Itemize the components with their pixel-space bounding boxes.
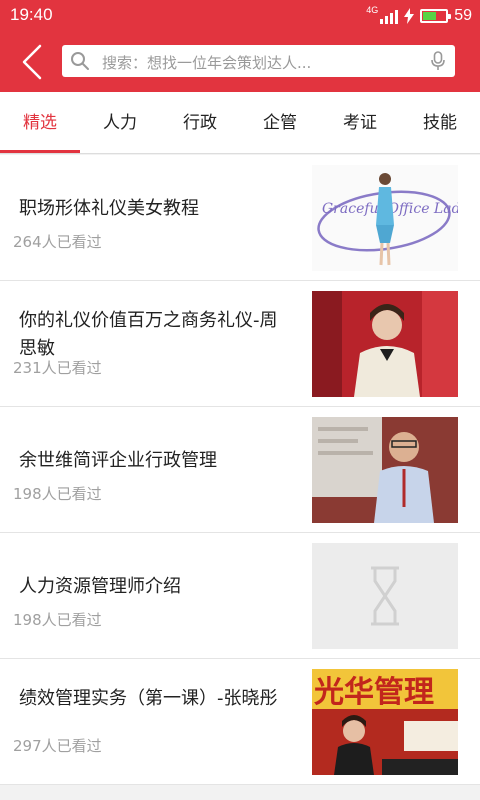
search-box[interactable]: 搜索：想找一位年会策划达人... [62,45,455,77]
search-icon [71,52,89,70]
view-count: 198人已看过 [13,485,102,503]
course-title: 绩效管理实务（第一课）-张晓彤 [19,688,278,709]
lecturer-presenting-image [312,417,458,523]
category-tabs: 精选 人力 行政 企管 考证 技能 [0,92,480,154]
view-count: 297人已看过 [13,737,102,755]
back-arrow-icon[interactable] [14,42,54,82]
tab-skills[interactable]: 技能 [400,92,480,154]
charging-icon [404,8,415,24]
status-bar: 19:40 4G 59 [0,0,480,32]
graceful-office-lady-image: Graceful Office Lady [312,165,458,271]
etiquette-lecturer-image [312,291,458,397]
loading-placeholder-image [312,543,458,649]
search-placeholder: 搜索：想找一位年会策划达人... [102,54,312,72]
battery-icon [420,9,452,23]
tab-certification[interactable]: 考证 [320,92,400,154]
course-item[interactable]: 余世维简评企业行政管理 198人已看过 [0,407,480,533]
course-title: 你的礼仪价值百万之商务礼仪-周思敏 [19,310,278,359]
microphone-icon[interactable] [430,51,446,71]
top-bar: 搜索：想找一位年会策划达人... [0,32,480,92]
course-item[interactable]: 你的礼仪价值百万之商务礼仪-周思敏 231人已看过 [0,281,480,407]
clock: 19:40 [10,5,53,24]
tab-administration[interactable]: 行政 [160,92,240,154]
battery-percent: 59 [454,7,472,24]
course-item[interactable]: 绩效管理实务（第一课）-张晓彤 297人已看过 光华管理 [0,659,480,785]
course-title: 职场形体礼仪美女教程 [19,198,199,219]
status-icons: 4G 59 [366,4,472,28]
course-list: 职场形体礼仪美女教程 264人已看过 Graceful Office Lady … [0,155,480,785]
active-tab-indicator [0,150,80,153]
management-banner-image: 光华管理 [312,669,458,775]
view-count: 198人已看过 [13,611,102,629]
tab-hr[interactable]: 人力 [80,92,160,154]
tab-enterprise-management[interactable]: 企管 [240,92,320,154]
course-title: 人力资源管理师介绍 [19,576,181,597]
course-item[interactable]: 人力资源管理师介绍 198人已看过 [0,533,480,659]
course-title: 余世维简评企业行政管理 [19,450,217,471]
network-type: 4G [366,4,379,15]
view-count: 231人已看过 [13,359,102,377]
view-count: 264人已看过 [13,233,102,251]
thumbnail-lettering: 光华管理 [314,675,434,710]
tab-featured[interactable]: 精选 [0,92,80,154]
signal-icon [380,8,399,24]
course-item[interactable]: 职场形体礼仪美女教程 264人已看过 Graceful Office Lady [0,155,480,281]
